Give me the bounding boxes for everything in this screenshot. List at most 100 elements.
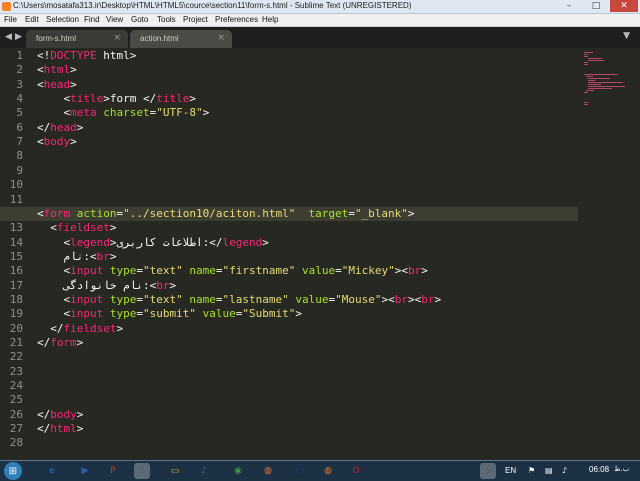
code-token: "submit" (143, 307, 196, 321)
code-line[interactable]: </head> (37, 121, 83, 135)
code-line[interactable]: <input type="submit" value="Submit"> (37, 307, 302, 321)
minimap[interactable] (578, 48, 640, 460)
code-line[interactable]: </html> (37, 422, 83, 436)
clock-time[interactable]: 06:08 (589, 465, 609, 474)
code-line[interactable]: نام خانوادگی:<br> (37, 278, 177, 293)
line-number: 24 (9, 379, 23, 393)
code-line[interactable]: <fieldset> (37, 221, 116, 235)
code-token: body (50, 407, 77, 421)
windows-taskbar: ⊞ e ▶ P S ▭ ♪ ◉ ◍ Ps ◍ O S EN ⚑ ▤ ♪ 06:08 ب.ظ (0, 460, 640, 481)
line-number: 15 (9, 249, 23, 263)
photoshop-icon[interactable]: Ps (292, 463, 308, 479)
menu-selection[interactable]: Selection (46, 14, 79, 26)
opera-icon[interactable]: O (348, 463, 364, 479)
menu-view[interactable]: View (106, 14, 123, 26)
code-line[interactable]: <head> (37, 78, 77, 92)
code-token: html (43, 63, 71, 77)
minimap-line (588, 86, 625, 87)
close-button[interactable]: ✕ (610, 0, 638, 12)
code-token: input (70, 264, 104, 278)
windows-start-icon[interactable]: ⊞ (4, 462, 22, 480)
code-line[interactable]: <title>form </title> (37, 92, 196, 106)
code-token: نام خانوادگی:< (37, 278, 157, 292)
window-title: C:\Users\mosatafa313.ir\Desktop\HTML\HTM… (13, 1, 412, 10)
code-token: > (189, 92, 196, 106)
menu-file[interactable]: File (4, 14, 17, 26)
tab-forward-icon[interactable]: ▶ (15, 32, 22, 42)
code-token: > (295, 307, 302, 321)
code-line[interactable]: نام:<br> (37, 250, 117, 264)
folder-icon[interactable]: ▭ (167, 463, 183, 479)
tab-back-icon[interactable]: ◀ (5, 32, 12, 42)
code-line[interactable]: <meta charset="UTF-8"> (37, 106, 209, 120)
minimize-button[interactable]: – (556, 0, 582, 12)
sublime-text-icon[interactable]: S (480, 463, 496, 479)
minimap-line (588, 80, 595, 81)
code-token: < (37, 235, 71, 249)
code-token: form (50, 336, 77, 349)
clock-period: ب.ظ (614, 465, 630, 473)
code-token: target (308, 206, 349, 220)
code-token: </ (37, 407, 51, 421)
code-line[interactable]: <!DOCTYPE html> (37, 49, 136, 63)
code-line[interactable]: </body> (37, 408, 83, 422)
ie-icon[interactable]: e (44, 463, 60, 479)
powerpoint-icon[interactable]: P (105, 463, 121, 479)
code-token: fieldset (56, 221, 110, 235)
tab-label: form-s.html (36, 34, 76, 43)
minimap-line (584, 56, 588, 57)
code-line[interactable]: <form action="../section10/aciton.html" … (0, 206, 612, 222)
volume-icon[interactable]: ♪ (562, 466, 567, 475)
tab-close-icon[interactable]: × (113, 33, 121, 43)
network-icon[interactable]: ▤ (545, 466, 553, 475)
chrome-icon[interactable]: ◉ (230, 463, 246, 479)
code-token: = (215, 264, 223, 278)
firefox-icon[interactable]: ◍ (320, 463, 336, 479)
code-line[interactable]: <input type="text" name="firstname" valu… (37, 264, 427, 278)
sublime-text-icon[interactable]: S (134, 463, 150, 479)
menu-project[interactable]: Project (183, 14, 208, 26)
tab-close-icon[interactable]: × (217, 33, 225, 43)
menu-find[interactable]: Find (84, 14, 100, 26)
code-token: html (50, 422, 77, 436)
code-token: > (76, 422, 84, 436)
code-line[interactable]: <html> (37, 63, 77, 77)
menu-tools[interactable]: Tools (157, 14, 176, 26)
code-token: < (37, 221, 57, 235)
line-number: 21 (9, 336, 23, 349)
close-icon: ✕ (620, 1, 628, 11)
code-line[interactable]: </fieldset> (37, 322, 123, 336)
tab-action[interactable]: action.html × (130, 30, 232, 48)
tab-form-s[interactable]: form-s.html × (26, 30, 128, 48)
line-number: 8 (16, 149, 23, 163)
language-indicator[interactable]: EN (505, 466, 516, 475)
menu-preferences[interactable]: Preferences (215, 14, 258, 26)
media-player-icon[interactable]: ▶ (77, 463, 93, 479)
minimap-line (588, 60, 604, 61)
code-line[interactable]: </form> (37, 336, 83, 350)
code-token: charset (103, 106, 150, 120)
minimap-line (584, 104, 588, 105)
menu-help[interactable]: Help (262, 14, 278, 26)
menu-edit[interactable]: Edit (25, 14, 39, 26)
menu-goto[interactable]: Goto (131, 14, 148, 26)
code-token: </ (37, 336, 51, 349)
code-line[interactable]: <input type="text" name="lastname" value… (37, 293, 441, 307)
code-token: < (37, 92, 71, 106)
line-number: 18 (9, 292, 23, 306)
code-token: "_blank" (354, 206, 408, 220)
code-line[interactable]: <body> (37, 135, 77, 149)
code-token: > (407, 206, 415, 220)
flag-icon[interactable]: ⚑ (528, 466, 535, 475)
media-icon[interactable]: ♪ (196, 463, 212, 479)
firefox-icon[interactable]: ◍ (260, 463, 276, 479)
minimap-line (588, 84, 601, 85)
code-token: = (335, 264, 342, 278)
code-line[interactable]: <legend>اطلاعات کاربری:</legend> (37, 235, 268, 250)
code-editor[interactable]: 1234567891011121314151617181920212223242… (0, 48, 640, 460)
tabs-dropdown-icon[interactable]: ▼ (623, 31, 630, 41)
code-token: value (202, 307, 236, 321)
maximize-button[interactable]: □ (583, 0, 609, 12)
